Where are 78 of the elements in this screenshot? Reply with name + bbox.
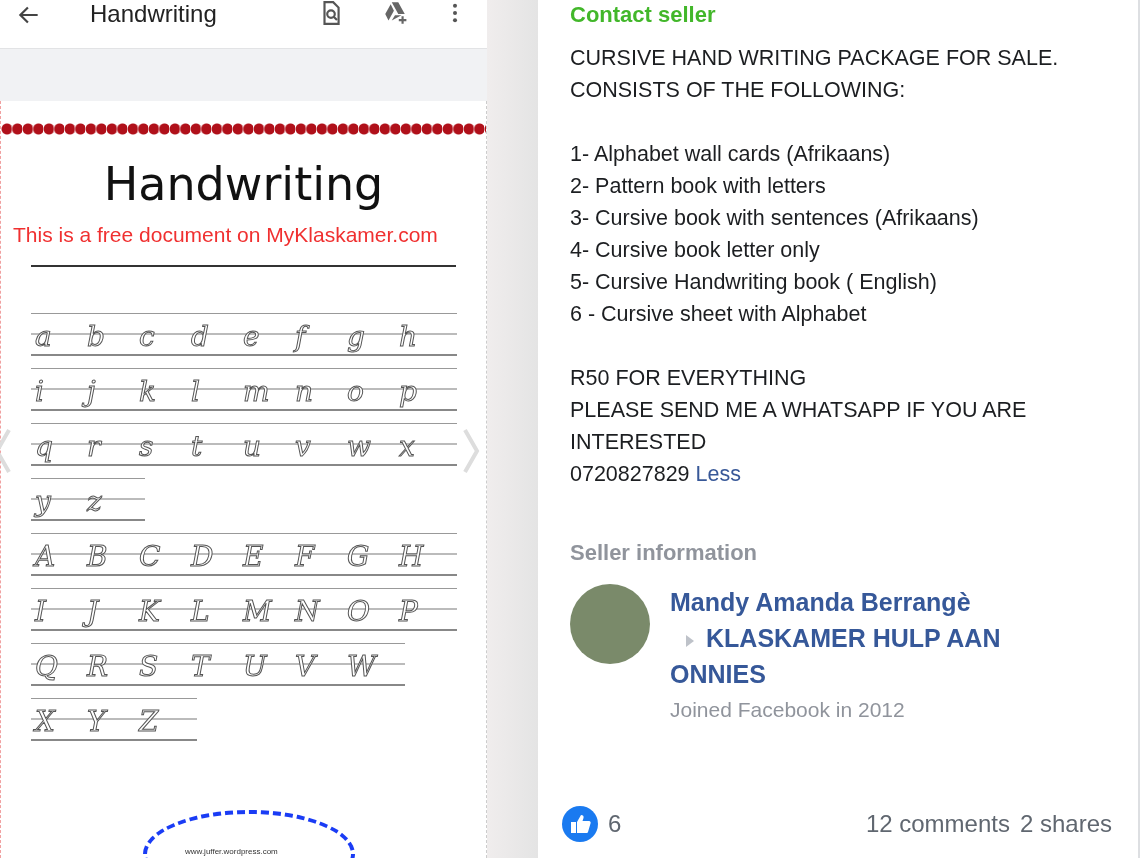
cursive-letter: i <box>34 375 45 409</box>
description-line: 6 - Cursive sheet with Alphabet <box>570 301 868 328</box>
description-line: 4- Cursive book letter only <box>570 237 821 264</box>
cursive-letter: m <box>242 375 271 409</box>
cursive-letter: k <box>138 375 157 409</box>
cursive-letter: A <box>31 540 83 574</box>
cursive-letter: V <box>294 650 319 684</box>
cursive-letter: B <box>85 540 109 574</box>
cursive-letter: S <box>138 650 160 684</box>
like-count[interactable]: 6 <box>608 810 622 838</box>
cursive-letter: F <box>293 540 317 574</box>
cursive-letter: v <box>294 430 312 464</box>
less-link[interactable]: Less <box>695 462 741 486</box>
description-line: CURSIVE HAND WRITING PACKAGE FOR SALE. <box>570 45 1060 72</box>
caret-icon <box>686 635 694 647</box>
cursive-letter: p <box>398 375 418 409</box>
cursive-letter: s <box>138 430 155 464</box>
cursive-letter: o <box>346 375 365 409</box>
description-line: 3- Cursive book with sentences (Afrikaans) <box>570 205 980 232</box>
cursive-letter: P <box>397 595 419 629</box>
cursive-letter: b <box>86 320 106 354</box>
cursive-letter: N <box>293 595 322 629</box>
cursive-letter: x <box>397 430 416 464</box>
cursive-letter: G <box>346 540 371 574</box>
cursive-letter: a <box>34 320 53 354</box>
cursive-letter: j <box>83 375 135 409</box>
notice-text: This is a free document on MyKlaskamer.com <box>13 223 439 247</box>
cursive-letter: M <box>241 595 274 629</box>
cursive-letter: h <box>398 320 419 354</box>
cursive-letter: u <box>242 430 263 464</box>
description-line: 1- Alphabet wall cards (Afrikaans) <box>570 141 892 168</box>
cursive-letter: C <box>138 540 162 574</box>
cursive-letter: D <box>189 540 215 574</box>
cursive-letter: W <box>346 650 379 684</box>
cursive-letter: d <box>190 320 210 354</box>
cursive-letter: Q <box>34 650 59 684</box>
cursive-letter: g <box>346 320 366 354</box>
description-line: CONSISTS OF THE FOLLOWING: <box>570 77 907 104</box>
description-line: R50 FOR EVERYTHING <box>570 365 808 392</box>
comments-link[interactable]: 12 comments <box>865 810 1010 838</box>
phone-number: 0720827829 <box>570 462 690 486</box>
cursive-letter: Y <box>86 705 109 739</box>
cursive-letter: I <box>33 595 48 629</box>
cursive-letter: r <box>86 430 104 464</box>
description-line: PLEASE SEND ME A WHATSAPP IF YOU ARE <box>570 397 1028 424</box>
cursive-letter: e <box>242 320 261 354</box>
joined-text: Joined Facebook in 2012 <box>670 698 906 722</box>
document-heading: Handwriting <box>102 157 385 211</box>
footer-url: www.juffer.wordpress.com <box>185 847 278 856</box>
cursive-letter: O <box>346 595 371 629</box>
cursive-letter: w <box>346 430 372 464</box>
cursive-letter: t <box>190 430 204 464</box>
cursive-letter: H <box>397 540 426 574</box>
cursive-letter: T <box>190 650 213 684</box>
cursive-letter: R <box>85 650 110 684</box>
cursive-letter: K <box>137 595 163 629</box>
shares-link[interactable]: 2 shares <box>1019 810 1112 838</box>
cursive-letter: L <box>189 595 211 629</box>
description-line: 5- Cursive Handwriting book ( English) <box>570 269 938 296</box>
cursive-letter: U <box>242 650 269 684</box>
viewer-title: Handwriting <box>90 0 217 28</box>
cursive-letter: J <box>83 595 135 629</box>
group-name-link[interactable]: KLASKAMER HULP AAN ONNIES <box>670 620 1090 692</box>
cursive-letter: l <box>190 375 201 409</box>
cursive-letter: E <box>241 540 265 574</box>
cursive-letter: f <box>291 320 343 354</box>
cursive-letter: n <box>294 375 315 409</box>
seller-name-link[interactable]: Mandy Amanda Berrangè <box>670 584 971 620</box>
seller-heading: Seller information <box>570 540 759 566</box>
more-menu-icon[interactable] <box>451 2 459 24</box>
cursive-letter: y <box>32 485 53 519</box>
cursive-letter: q <box>34 430 54 464</box>
description-line: INTERESTED <box>570 429 708 456</box>
cursive-letter: Z <box>137 705 161 739</box>
cursive-letter: c <box>138 320 156 354</box>
like-icon <box>562 806 598 842</box>
description-line: 2- Pattern book with letters <box>570 173 827 200</box>
cursive-letter: X <box>31 705 83 739</box>
